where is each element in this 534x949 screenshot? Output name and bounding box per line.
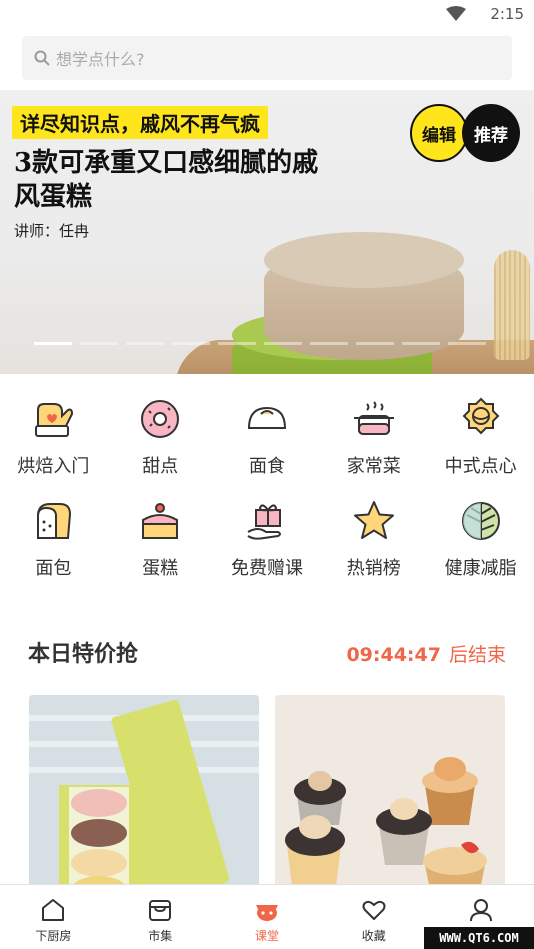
carousel-dot[interactable] — [80, 342, 118, 345]
search-input[interactable]: 想学点什么? — [22, 36, 512, 80]
category-label: 家常菜 — [346, 456, 401, 477]
category-grid: 烘焙入门 甜点 面食 家常菜 中式点心 面包 蛋糕 免费赠课 热销榜 健康减脂 — [0, 396, 534, 580]
category-label: 中式点心 — [444, 456, 517, 477]
category-label: 热销榜 — [346, 558, 401, 579]
star-icon — [353, 501, 394, 539]
category-noodles-dough[interactable]: 面食 — [214, 396, 321, 478]
bread-icon — [37, 503, 72, 539]
category-healthy-diet[interactable]: 健康减脂 — [427, 498, 534, 580]
tab-classroom[interactable]: 课堂 — [214, 885, 321, 949]
daily-deals-header: 本日特价抢 09:44:47 后结束 — [28, 636, 506, 668]
profile-icon — [469, 899, 492, 922]
cupcakes-image — [275, 695, 505, 895]
category-label: 烘焙入门 — [17, 456, 90, 477]
tab-market[interactable]: 市集 — [107, 885, 214, 949]
category-free-courses[interactable]: 免费赠课 — [214, 498, 321, 580]
badge-recommend: 推荐 — [462, 104, 520, 162]
banner-tagline: 详尽知识点，戚风不再气疯 — [12, 106, 268, 139]
tab-label: 课堂 — [254, 929, 279, 943]
macaron-box-image — [29, 695, 259, 895]
category-cake[interactable]: 蛋糕 — [107, 498, 214, 580]
tab-favorites[interactable]: 收藏 — [320, 885, 427, 949]
badge-editor: 编辑 — [410, 104, 468, 162]
tab-label: 收藏 — [361, 929, 386, 943]
tab-label: 市集 — [148, 929, 173, 943]
carousel-dot[interactable] — [310, 342, 348, 345]
carousel-dot[interactable] — [448, 342, 486, 345]
deal-card[interactable] — [29, 695, 259, 895]
oven-mitt-icon — [35, 403, 74, 437]
category-label: 面食 — [248, 456, 285, 477]
deal-card[interactable] — [275, 695, 505, 895]
promo-banner[interactable]: 详尽知识点，戚风不再气疯 3款可承重又口感细腻的戚风蛋糕 讲师：任冉 编辑 推荐 — [0, 90, 534, 374]
countdown-suffix: 后结束 — [448, 644, 506, 666]
leaf-icon — [461, 502, 500, 540]
category-label: 面包 — [35, 558, 72, 579]
section-title: 本日特价抢 — [28, 642, 139, 667]
tab-home[interactable]: 下厨房 — [0, 885, 107, 949]
market-icon — [149, 900, 172, 921]
category-label: 免费赠课 — [230, 558, 303, 579]
category-desserts[interactable]: 甜点 — [107, 396, 214, 478]
heart-icon — [362, 900, 386, 920]
tab-label: 下厨房 — [35, 929, 72, 943]
carousel-dot[interactable] — [172, 342, 210, 345]
donut-icon — [141, 400, 180, 438]
category-baking-basics[interactable]: 烘焙入门 — [0, 396, 107, 478]
countdown-time: 09:44:47 — [346, 644, 441, 666]
banner-lecturer: 讲师：任冉 — [14, 222, 90, 240]
wifi-icon — [446, 6, 466, 21]
mooncake-icon — [462, 397, 500, 435]
carousel-dot[interactable] — [402, 342, 440, 345]
carousel-dot[interactable] — [264, 342, 302, 345]
category-label: 甜点 — [142, 456, 179, 477]
cake-icon — [142, 503, 179, 539]
gift-icon — [247, 504, 281, 540]
site-watermark: WWW.QT6.COM — [424, 927, 534, 949]
carousel-dot[interactable] — [218, 342, 256, 345]
category-label: 蛋糕 — [142, 558, 179, 579]
home-icon — [42, 899, 65, 921]
carousel-dot[interactable] — [126, 342, 164, 345]
cooking-pot-icon — [353, 401, 394, 435]
status-bar: 2:15 — [0, 0, 534, 30]
carousel-dot[interactable] — [34, 342, 72, 345]
banner-matcha-whisk — [494, 250, 530, 360]
category-home-cooking[interactable]: 家常菜 — [320, 396, 427, 478]
category-chinese-pastry[interactable]: 中式点心 — [427, 396, 534, 478]
carousel-indicator[interactable] — [34, 342, 486, 345]
carousel-dot[interactable] — [356, 342, 394, 345]
status-time: 2:15 — [490, 5, 524, 23]
search-placeholder: 想学点什么? — [56, 50, 145, 69]
deal-countdown: 09:44:47 后结束 — [346, 640, 506, 667]
banner-title: 3款可承重又口感细腻的戚风蛋糕 — [14, 148, 319, 212]
classroom-icon — [255, 905, 278, 921]
category-best-sellers[interactable]: 热销榜 — [320, 498, 427, 580]
search-icon — [34, 50, 50, 66]
category-label: 健康减脂 — [444, 558, 517, 579]
category-bread[interactable]: 面包 — [0, 498, 107, 580]
steamed-bun-icon — [247, 406, 286, 429]
